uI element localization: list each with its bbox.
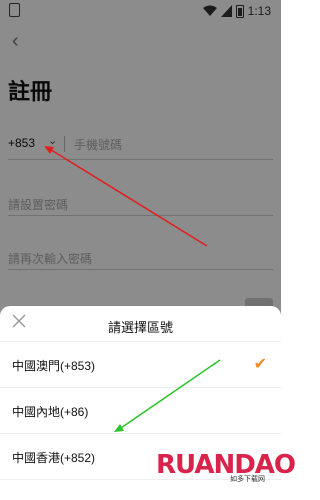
option-mainland[interactable]: 中國內地(+86) [0, 388, 281, 434]
option-label: 中國香港(+852) [12, 451, 96, 465]
watermark-text: RUANDAO [156, 450, 296, 480]
option-label: 中國澳門(+853) [12, 359, 96, 373]
checkmark-icon: ✔ [253, 356, 267, 373]
option-label: 中國內地(+86) [12, 405, 89, 419]
option-macau[interactable]: 中國澳門(+853) ✔ [0, 342, 281, 388]
watermark-subtext: 如多下载网 [230, 476, 265, 483]
watermark-logo: RUANDAO 如多下载网 [156, 446, 296, 494]
sheet-header: 請選擇區號 [0, 306, 281, 342]
sheet-title: 請選擇區號 [107, 320, 173, 335]
